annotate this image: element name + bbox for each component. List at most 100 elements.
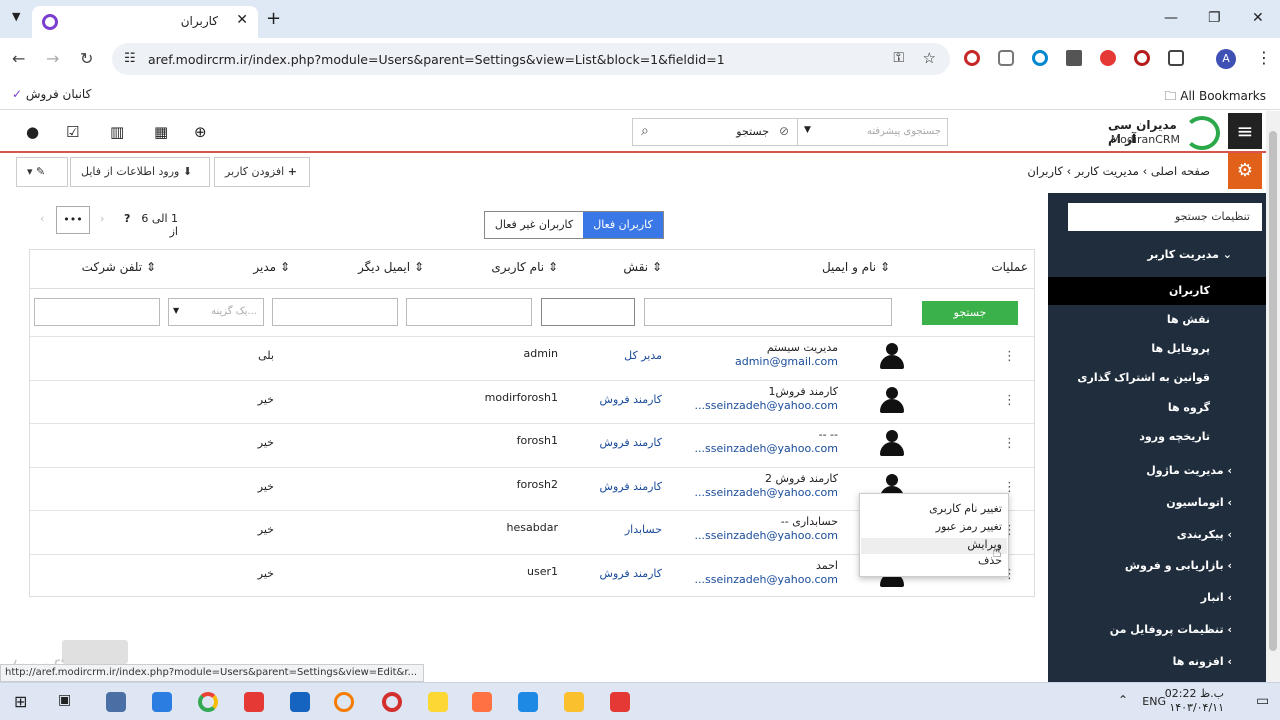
sidebar-item[interactable]: مدیریت ماژول ‹	[1048, 457, 1266, 485]
row-email[interactable]: admin@gmail.com	[735, 355, 838, 368]
windows-start-icon[interactable]: ⊞	[14, 692, 34, 712]
app-icon-2[interactable]	[152, 692, 172, 712]
table-row[interactable]: ⋮ کارمند فروش1 ...sseinzadeh@yahoo.com کارم…	[30, 379, 1034, 423]
modiran-logo[interactable]: مدیران سی آر ام ModiranCRM	[1108, 116, 1220, 150]
row-role[interactable]: کارمند فروش	[600, 436, 662, 449]
sidebar-item[interactable]: کاربران	[1048, 277, 1266, 305]
col-role[interactable]: نقش ⇕	[623, 260, 662, 274]
sidebar-item[interactable]: پیکربندی ‹	[1048, 521, 1266, 549]
forward-arrow-icon[interactable]: →	[46, 49, 59, 68]
news-extension-icon[interactable]	[1066, 50, 1082, 66]
reports-chart-icon[interactable]: ▥	[110, 123, 124, 141]
sidebar-item[interactable]: تاریخچه ورود	[1048, 423, 1266, 451]
chrome-taskbar-icon[interactable]	[198, 692, 218, 712]
search-button[interactable]: جستجو	[922, 301, 1018, 325]
browser-menu-icon[interactable]: ⋮	[1256, 48, 1272, 67]
sidebar-item[interactable]: افزونه ها ‹	[1048, 648, 1266, 676]
menu-change-password[interactable]: تغییر رمز عبور	[936, 520, 1002, 533]
filter-other-email[interactable]	[272, 298, 398, 326]
filter-admin-select[interactable]: یک گزینه... ▼	[168, 298, 264, 326]
table-row[interactable]: ⋮ مدیریت سیستم admin@gmail.com مدیر کل admin…	[30, 336, 1034, 379]
sidebar-item[interactable]: قوانین به اشتراک گذاری	[1048, 364, 1266, 392]
opera-extension-icon[interactable]	[964, 50, 980, 66]
scrollbar-thumb[interactable]	[1269, 131, 1277, 651]
advanced-search-input[interactable]: جستجوی پیشرفته ▼	[798, 118, 948, 146]
add-user-button[interactable]: افزودن کاربر +	[214, 157, 310, 187]
row-actions-kebab-icon[interactable]: ⋮	[1003, 436, 1016, 451]
row-name[interactable]: کارمند فروش 2	[765, 472, 838, 485]
row-name[interactable]: احمد	[816, 559, 838, 572]
col-company-phone[interactable]: تلفن شرکت ⇕	[82, 260, 156, 274]
page-scrollbar[interactable]	[1266, 111, 1280, 682]
bookmark-kanban[interactable]: ✓ کانبان فروش	[12, 87, 91, 101]
user-icon[interactable]: ●	[26, 123, 39, 141]
dropdown-caret-icon[interactable]: ▼	[804, 125, 811, 135]
calendar-icon[interactable]: ▦	[154, 123, 168, 141]
search-module-select[interactable]: ⌕ جستجو ⊘	[632, 118, 798, 146]
quick-create-plus-icon[interactable]: ⊕	[194, 123, 207, 141]
sidebar-item[interactable]: گروه ها	[1048, 394, 1266, 422]
tray-chevron-icon[interactable]: ⌃	[1118, 693, 1128, 707]
row-role[interactable]: کارمند فروش	[600, 567, 662, 580]
close-tab-icon[interactable]: ✕	[236, 12, 248, 28]
task-view-icon[interactable]: ▣	[58, 692, 78, 712]
minimize-icon[interactable]: —	[1164, 10, 1178, 26]
file-explorer-icon[interactable]	[564, 692, 584, 712]
table-row[interactable]: ⋮ -- -- ...sseinzadeh@yahoo.com کارمند فروش…	[30, 423, 1034, 466]
opera-taskbar-icon[interactable]	[382, 692, 402, 712]
import-button[interactable]: ورود اطلاعات از فایل ⬇	[70, 157, 210, 187]
system-clock[interactable]: ب.ظ 02:22 ۱۴۰۳/۰۴/۱۱	[1165, 687, 1224, 715]
row-name[interactable]: -- --	[819, 428, 838, 441]
bookmark-star-icon[interactable]: ☆	[923, 49, 936, 67]
color-extension-icon[interactable]	[1032, 50, 1048, 66]
filter-username[interactable]	[406, 298, 532, 326]
row-name[interactable]: کارمند فروش1	[769, 385, 838, 398]
row-name[interactable]: مدیریت سیستم	[767, 341, 838, 354]
omnibox[interactable]: ☷ aref.modircrm.ir/index.php?module=User…	[112, 43, 950, 75]
filter-name-email[interactable]	[644, 298, 892, 326]
settings-gear-icon[interactable]: ⚙	[1228, 153, 1262, 189]
more-options-button[interactable]: •••	[56, 206, 90, 234]
pokeball-extension-icon[interactable]	[1100, 50, 1116, 66]
row-email[interactable]: ...sseinzadeh@yahoo.com	[695, 529, 838, 542]
page-total[interactable]: ?	[124, 212, 130, 225]
app-icon-3[interactable]	[290, 692, 310, 712]
breadcrumb[interactable]: صفحه اصلی › مدیریت کاربر › کاربران	[1027, 164, 1210, 178]
app-icon-4[interactable]	[334, 692, 354, 712]
row-email[interactable]: ...sseinzadeh@yahoo.com	[695, 442, 838, 455]
hamburger-menu-icon[interactable]: ≡	[1228, 113, 1262, 149]
puzzle-extensions-icon[interactable]	[1168, 50, 1184, 66]
row-role[interactable]: مدیر کل	[624, 349, 662, 362]
sidebar-item[interactable]: انبار ‹	[1048, 584, 1266, 612]
row-email[interactable]: ...sseinzadeh@yahoo.com	[695, 573, 838, 586]
row-name[interactable]: -- حسابداری	[781, 515, 838, 528]
tab-active-users[interactable]: کاربران فعال	[583, 212, 663, 238]
site-info-icon[interactable]: ☷	[124, 51, 136, 66]
app-icon-5[interactable]	[472, 692, 492, 712]
browser-tab[interactable]: کاربران ✕	[32, 6, 258, 38]
tab-inactive-users[interactable]: کاربران غیر فعال	[485, 212, 583, 238]
back-arrow-icon[interactable]: ←	[12, 49, 25, 68]
row-email[interactable]: ...sseinzadeh@yahoo.com	[695, 486, 838, 499]
sticky-notes-icon[interactable]	[428, 692, 448, 712]
prev-page-icon[interactable]: ‹	[40, 212, 44, 225]
tab-search-chevron-icon[interactable]: ▼	[12, 10, 20, 23]
app-icon-1[interactable]	[106, 692, 126, 712]
row-role[interactable]: کارمند فروش	[600, 480, 662, 493]
app-icon-s-red[interactable]	[610, 692, 630, 712]
next-page-icon[interactable]: ›	[100, 212, 104, 225]
all-bookmarks[interactable]: 🗀 All Bookmarks	[1164, 87, 1266, 108]
col-name-email[interactable]: نام و ایمیل ⇕	[822, 260, 890, 274]
password-key-icon[interactable]: ⚿	[893, 50, 904, 66]
filter-role[interactable]	[541, 298, 635, 326]
close-window-icon[interactable]: ✕	[1252, 10, 1264, 26]
app-icon-s[interactable]	[518, 692, 538, 712]
language-indicator[interactable]: ENG	[1142, 695, 1166, 708]
col-other-email[interactable]: ایمیل دیگر ⇕	[358, 260, 424, 274]
sidebar-item[interactable]: بازاریابی و فروش ‹	[1048, 552, 1266, 580]
col-admin[interactable]: مدیر ⇕	[253, 260, 290, 274]
row-actions-kebab-icon[interactable]: ⋮	[1003, 393, 1016, 408]
col-username[interactable]: نام کاربری ⇕	[491, 260, 558, 274]
sidebar-item[interactable]: نقش ها	[1048, 306, 1266, 334]
notifications-icon[interactable]: ▭	[1256, 693, 1269, 709]
